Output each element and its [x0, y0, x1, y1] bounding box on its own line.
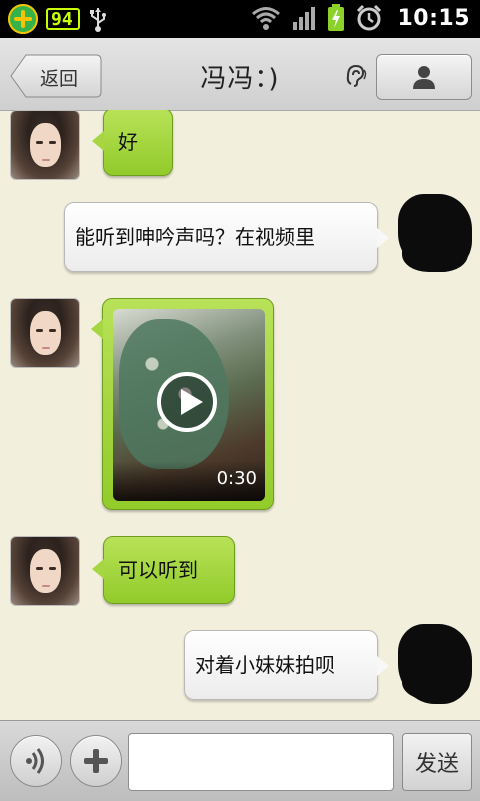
voice-icon	[26, 748, 44, 774]
message-bubble-sent[interactable]: 对着小妹妹拍呗	[184, 630, 389, 700]
plus-icon	[84, 749, 108, 773]
contact-avatar[interactable]	[10, 536, 80, 606]
message-input-bar: 发送	[0, 720, 480, 801]
contact-avatar[interactable]	[10, 298, 80, 368]
signal-icon	[293, 7, 316, 30]
video-message-bubble[interactable]: 0:30	[91, 298, 274, 510]
play-icon[interactable]	[157, 372, 217, 432]
usb-icon	[90, 8, 106, 32]
ear-icon[interactable]	[342, 62, 368, 88]
battery-level-badge: 94	[46, 8, 80, 30]
message-bubble-sent[interactable]: 能听到呻吟声吗？在视频里	[64, 202, 389, 272]
profile-icon	[413, 66, 435, 89]
message-bubble-received[interactable]: 可以听到	[92, 536, 235, 604]
send-button[interactable]: 发送	[402, 733, 472, 791]
battery-charging-icon	[328, 4, 345, 31]
message-text: 能听到呻吟声吗？在视频里	[75, 225, 315, 249]
voice-toggle-button[interactable]	[10, 735, 62, 787]
message-text: 对着小妹妹拍呗	[195, 653, 335, 677]
video-duration: 0:30	[216, 468, 257, 489]
alarm-icon	[357, 4, 382, 31]
message-text: 好	[118, 130, 138, 154]
attachment-button[interactable]	[70, 735, 122, 787]
chat-header: 返回 冯冯：)	[0, 38, 480, 111]
message-text: 可以听到	[118, 558, 198, 582]
status-bar: 94 10:15	[0, 0, 480, 38]
profile-button[interactable]	[376, 54, 472, 100]
clock: 10:15	[397, 5, 470, 31]
chat-message-list[interactable]: 好 能听到呻吟声吗？在视频里 0:30 可以听到 对着小妹妹拍呗	[0, 110, 480, 720]
wifi-icon	[252, 7, 281, 30]
video-thumbnail[interactable]: 0:30	[113, 309, 265, 501]
message-input[interactable]	[128, 733, 394, 791]
message-bubble-received[interactable]: 好	[92, 110, 173, 176]
app-plus-icon	[8, 4, 38, 34]
contact-avatar[interactable]	[10, 110, 80, 180]
